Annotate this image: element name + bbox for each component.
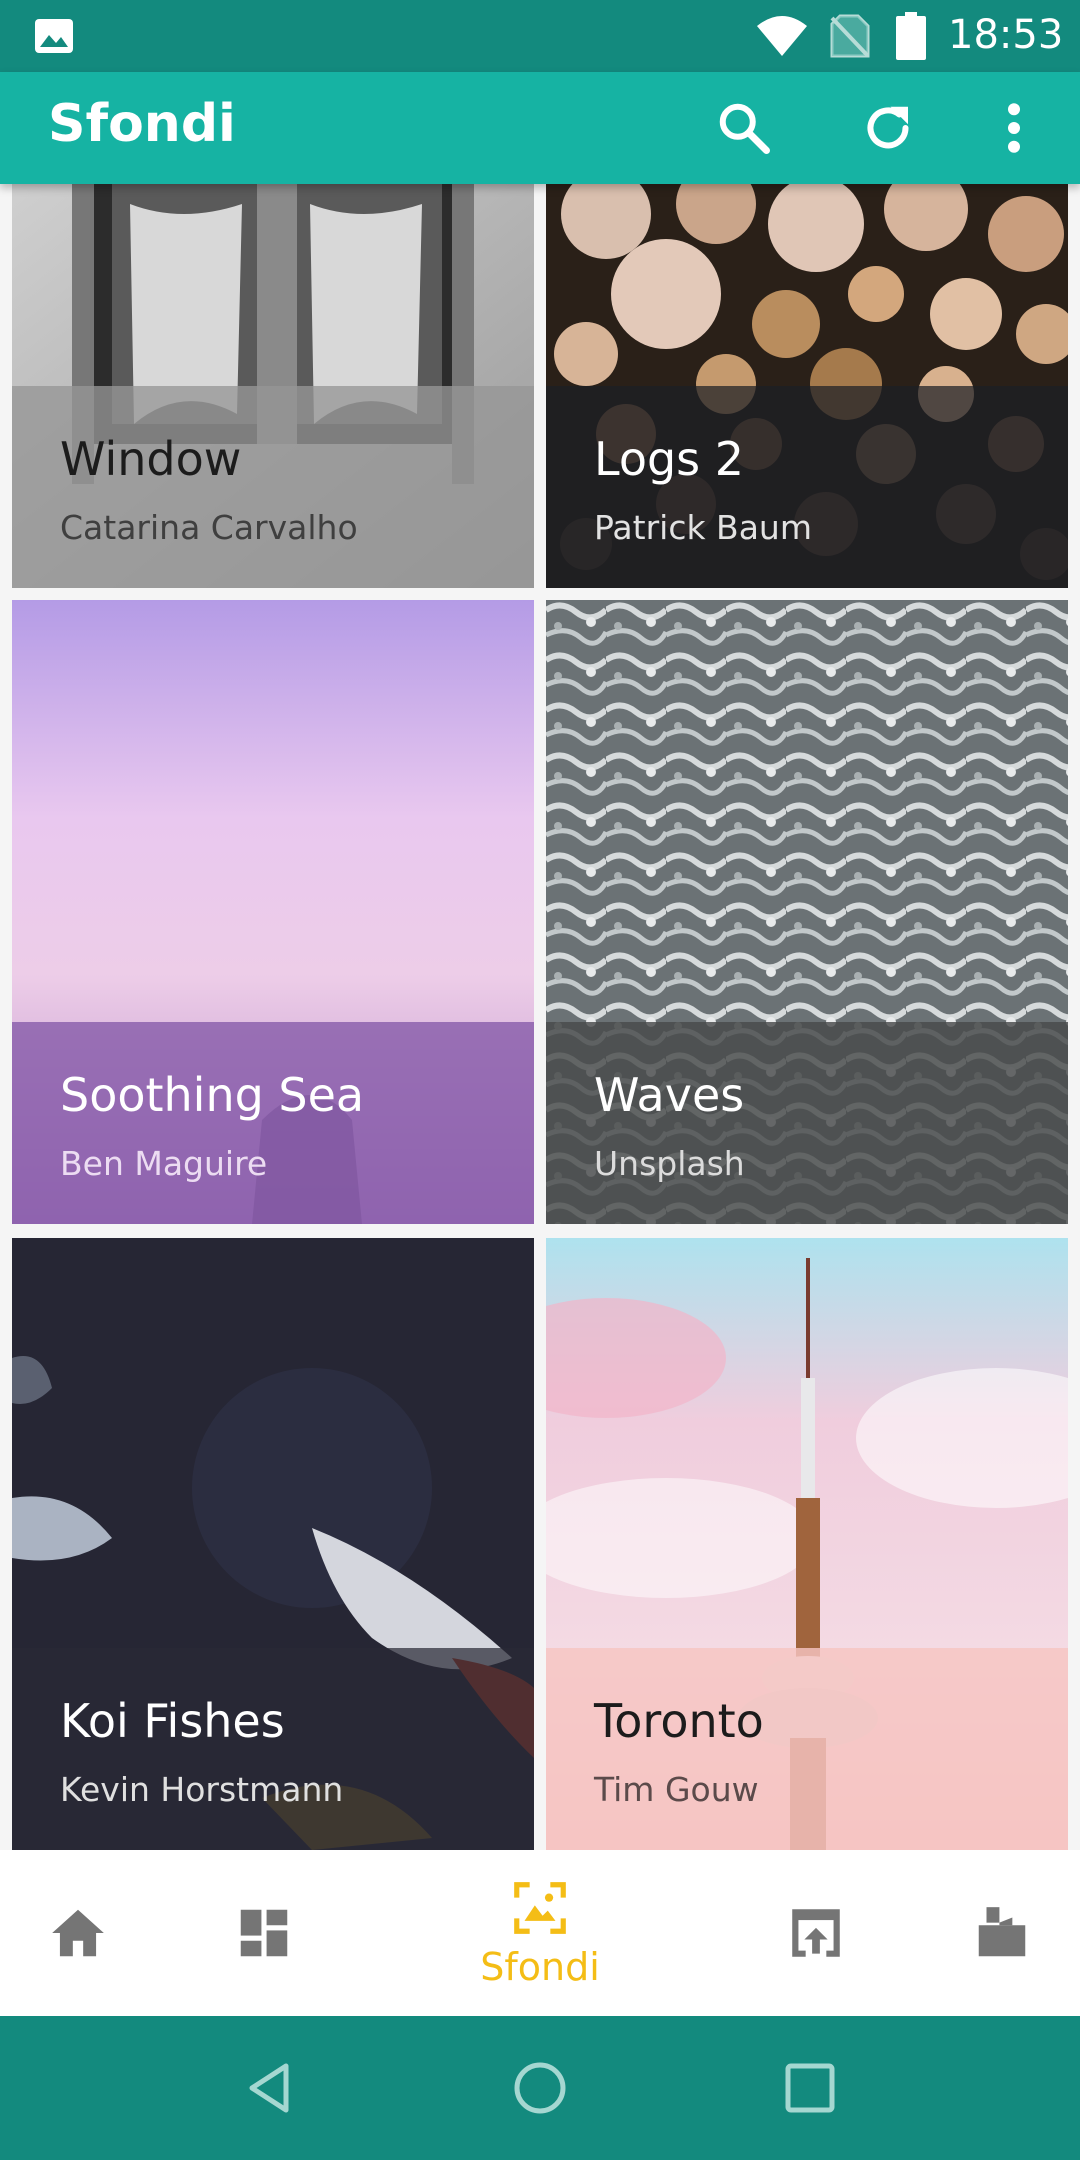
wallpaper-card-window[interactable]: Window Catarina Carvalho	[12, 184, 534, 588]
wallpaper-card-soothing-sea[interactable]: Soothing Sea Ben Maguire	[12, 600, 534, 1224]
wallpaper-author: Unsplash	[594, 1144, 745, 1183]
bottom-navigation: Sfondi	[0, 1850, 1080, 2016]
gallery-icon	[35, 19, 73, 53]
wallpaper-author: Catarina Carvalho	[60, 508, 358, 547]
wallpaper-author: Patrick Baum	[594, 508, 812, 547]
card-caption: Waves Unsplash	[546, 1022, 1068, 1224]
nav-item-apply[interactable]	[768, 1850, 864, 2016]
nav-label-sfondi: Sfondi	[480, 1945, 600, 1989]
wallpaper-author: Kevin Horstmann	[60, 1770, 344, 1809]
recents-icon[interactable]	[774, 2052, 846, 2124]
refresh-icon	[867, 106, 909, 149]
wallpaper-author: Ben Maguire	[60, 1144, 268, 1183]
nav-item-home[interactable]	[30, 1850, 126, 2016]
card-caption: Soothing Sea Ben Maguire	[12, 1022, 534, 1224]
nav-item-request[interactable]	[954, 1850, 1050, 2016]
back-icon[interactable]	[234, 2052, 306, 2124]
card-caption: Koi Fishes Kevin Horstmann	[12, 1648, 534, 1850]
battery-icon	[896, 12, 926, 60]
wallpaper-card-logs-2[interactable]: Logs 2 Patrick Baum	[546, 184, 1068, 588]
status-bar: 18:53	[0, 0, 1080, 72]
home-circle-icon[interactable]	[504, 2052, 576, 2124]
wallpaper-title: Soothing Sea	[60, 1068, 365, 1122]
wallpaper-title: Koi Fishes	[60, 1694, 285, 1748]
refresh-button[interactable]	[840, 72, 936, 184]
nav-item-dashboard[interactable]	[216, 1850, 312, 2016]
search-button[interactable]	[696, 72, 792, 184]
more-options-button[interactable]	[966, 72, 1062, 184]
more-vert-icon	[1008, 103, 1020, 153]
wallpaper-title: Toronto	[594, 1694, 764, 1748]
search-icon	[719, 103, 770, 154]
status-time: 18:53	[948, 12, 1064, 58]
wallpaper-title: Logs 2	[594, 432, 745, 486]
wallpaper-card-koi-fishes[interactable]: Koi Fishes Kevin Horstmann	[12, 1238, 534, 1850]
wallpaper-card-toronto[interactable]: Toronto Tim Gouw	[546, 1238, 1068, 1850]
home-icon	[52, 1909, 104, 1957]
dashboard-icon	[240, 1909, 288, 1957]
app-bar: Sfondi	[0, 72, 1080, 184]
wallpaper-card-waves[interactable]: Waves Unsplash	[546, 600, 1068, 1224]
wifi-icon	[757, 16, 807, 56]
wallpaper-author: Tim Gouw	[594, 1770, 759, 1809]
wallpaper-grid: Window Catarina Carvalho Logs 2 Patrick …	[0, 184, 1080, 1850]
wallpaper-title: Window	[60, 432, 242, 486]
wallpaper-title: Waves	[594, 1068, 745, 1122]
wallpaper-icon	[514, 1882, 566, 1934]
card-caption: Logs 2 Patrick Baum	[546, 386, 1068, 588]
apply-icon	[792, 1909, 840, 1957]
system-navigation-bar	[0, 2016, 1080, 2160]
nav-item-sfondi[interactable]: Sfondi	[440, 1850, 640, 2016]
request-icon	[978, 1907, 1026, 1957]
page-title: Sfondi	[48, 94, 236, 154]
no-sim-icon	[830, 14, 870, 58]
card-caption: Toronto Tim Gouw	[546, 1648, 1068, 1850]
card-caption: Window Catarina Carvalho	[12, 386, 534, 588]
